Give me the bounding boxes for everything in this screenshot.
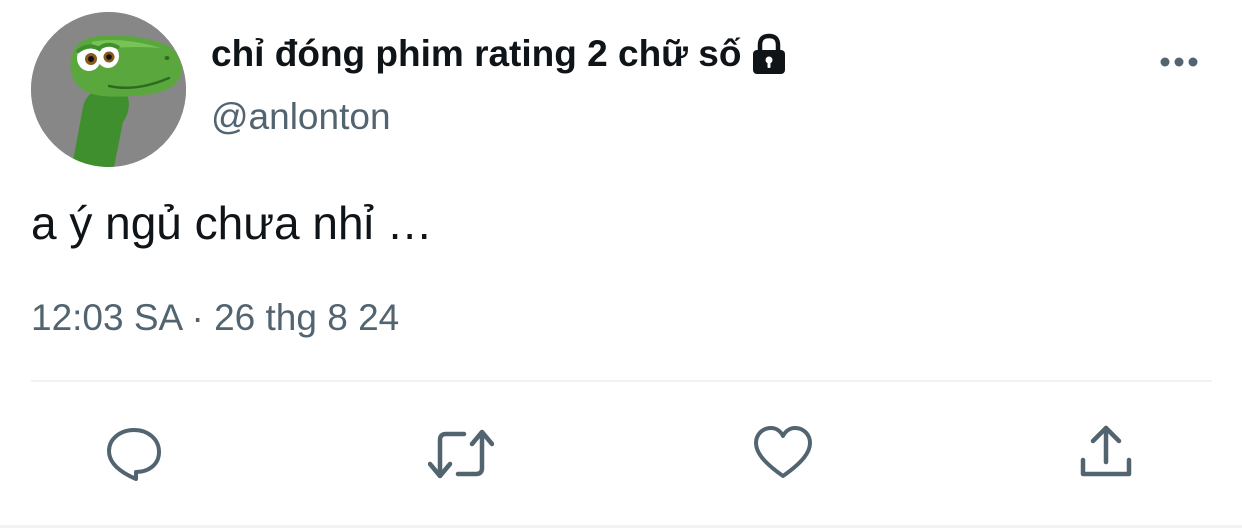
reply-icon — [107, 428, 161, 481]
lock-icon — [753, 33, 786, 74]
retweet-icon — [428, 429, 494, 479]
more-options-button[interactable] — [1156, 44, 1202, 80]
more-dots-icon — [1160, 57, 1198, 67]
avatar[interactable] — [31, 12, 186, 167]
retweet-button[interactable] — [428, 424, 494, 484]
share-icon — [1080, 425, 1132, 477]
divider-bottom — [0, 525, 1242, 528]
tweet-text: a ý ngủ chưa nhỉ … — [31, 197, 433, 249]
dinosaur-avatar-image — [31, 12, 186, 167]
reply-button[interactable] — [104, 424, 164, 484]
divider — [31, 380, 1212, 382]
display-name[interactable]: chỉ đóng phim rating 2 chữ số — [211, 33, 741, 75]
like-button[interactable] — [753, 424, 813, 484]
like-icon — [754, 426, 812, 478]
handle[interactable]: @anlonton — [211, 96, 391, 138]
display-name-row[interactable]: chỉ đóng phim rating 2 chữ số — [211, 29, 789, 79]
share-button[interactable] — [1077, 424, 1137, 484]
timestamp[interactable]: 12:03 SA · 26 thg 8 24 — [31, 297, 399, 339]
